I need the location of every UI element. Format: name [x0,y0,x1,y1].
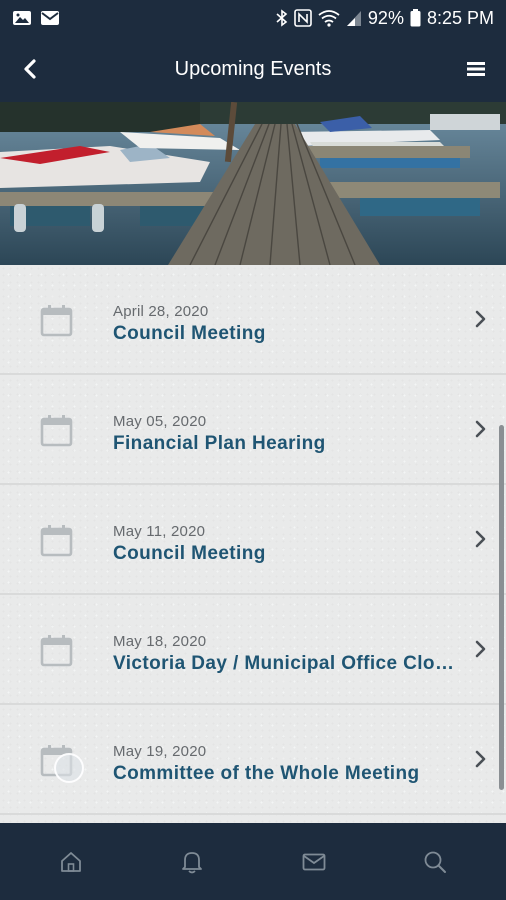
chevron-right-icon [475,530,486,548]
event-date: May 18, 2020 [113,633,207,650]
event-row[interactable]: May 05, 2020 Financial Plan Hearing [0,375,506,485]
nav-notifications-button[interactable] [162,837,222,887]
menu-button[interactable] [460,53,492,85]
calendar-icon [40,525,73,557]
hamburger-menu-icon [467,62,485,76]
touch-indicator [54,753,84,783]
event-title: Council Meeting [113,323,266,344]
event-date: May 19, 2020 [113,743,207,760]
search-icon [424,851,447,873]
battery-percent: 92% [367,7,404,28]
nav-home-button[interactable] [41,837,101,887]
calendar-icon [40,635,73,667]
event-title: Council Meeting [113,543,266,564]
bottom-nav [0,823,506,900]
scrollbar[interactable] [499,425,504,790]
hero-image-marina-dock [0,102,506,265]
event-title: Financial Plan Hearing [113,433,326,454]
events-list: April 28, 2020 Council Meeting May 05, 2… [0,265,506,823]
status-bar: 92% 8:25 PM [0,0,506,36]
clock-time: 8:25 PM [426,7,494,28]
event-date: April 28, 2020 [113,303,209,320]
chevron-left-icon [24,59,36,79]
image-notification-icon [13,11,31,25]
event-row[interactable]: May 11, 2020 Council Meeting [0,485,506,595]
mail-icon [302,853,326,870]
event-date: May 05, 2020 [113,413,207,430]
chevron-right-icon [475,640,486,658]
bell-icon [182,851,203,873]
calendar-icon [40,305,73,337]
event-title: Victoria Day / Municipal Office Closed [113,653,456,674]
chevron-right-icon [475,750,486,768]
email-notification-icon [41,11,59,25]
event-row[interactable]: May 18, 2020 Victoria Day / Municipal Of… [0,595,506,705]
back-button[interactable] [14,53,46,85]
page-title: Upcoming Events [174,57,332,80]
nfc-icon [294,9,312,27]
event-date: May 11, 2020 [113,523,206,540]
calendar-icon [40,415,73,447]
wifi-icon [318,10,340,27]
event-row[interactable]: April 28, 2020 Council Meeting [0,265,506,375]
event-title: Committee of the Whole Meeting [113,763,420,784]
bluetooth-icon [276,9,288,27]
app-bar: Upcoming Events [0,36,506,102]
chevron-right-icon [475,420,486,438]
nav-search-button[interactable] [405,837,465,887]
home-icon [60,851,81,872]
nav-messages-button[interactable] [284,837,344,887]
battery-icon [410,9,421,27]
signal-icon [346,11,361,26]
chevron-right-icon [475,310,486,328]
